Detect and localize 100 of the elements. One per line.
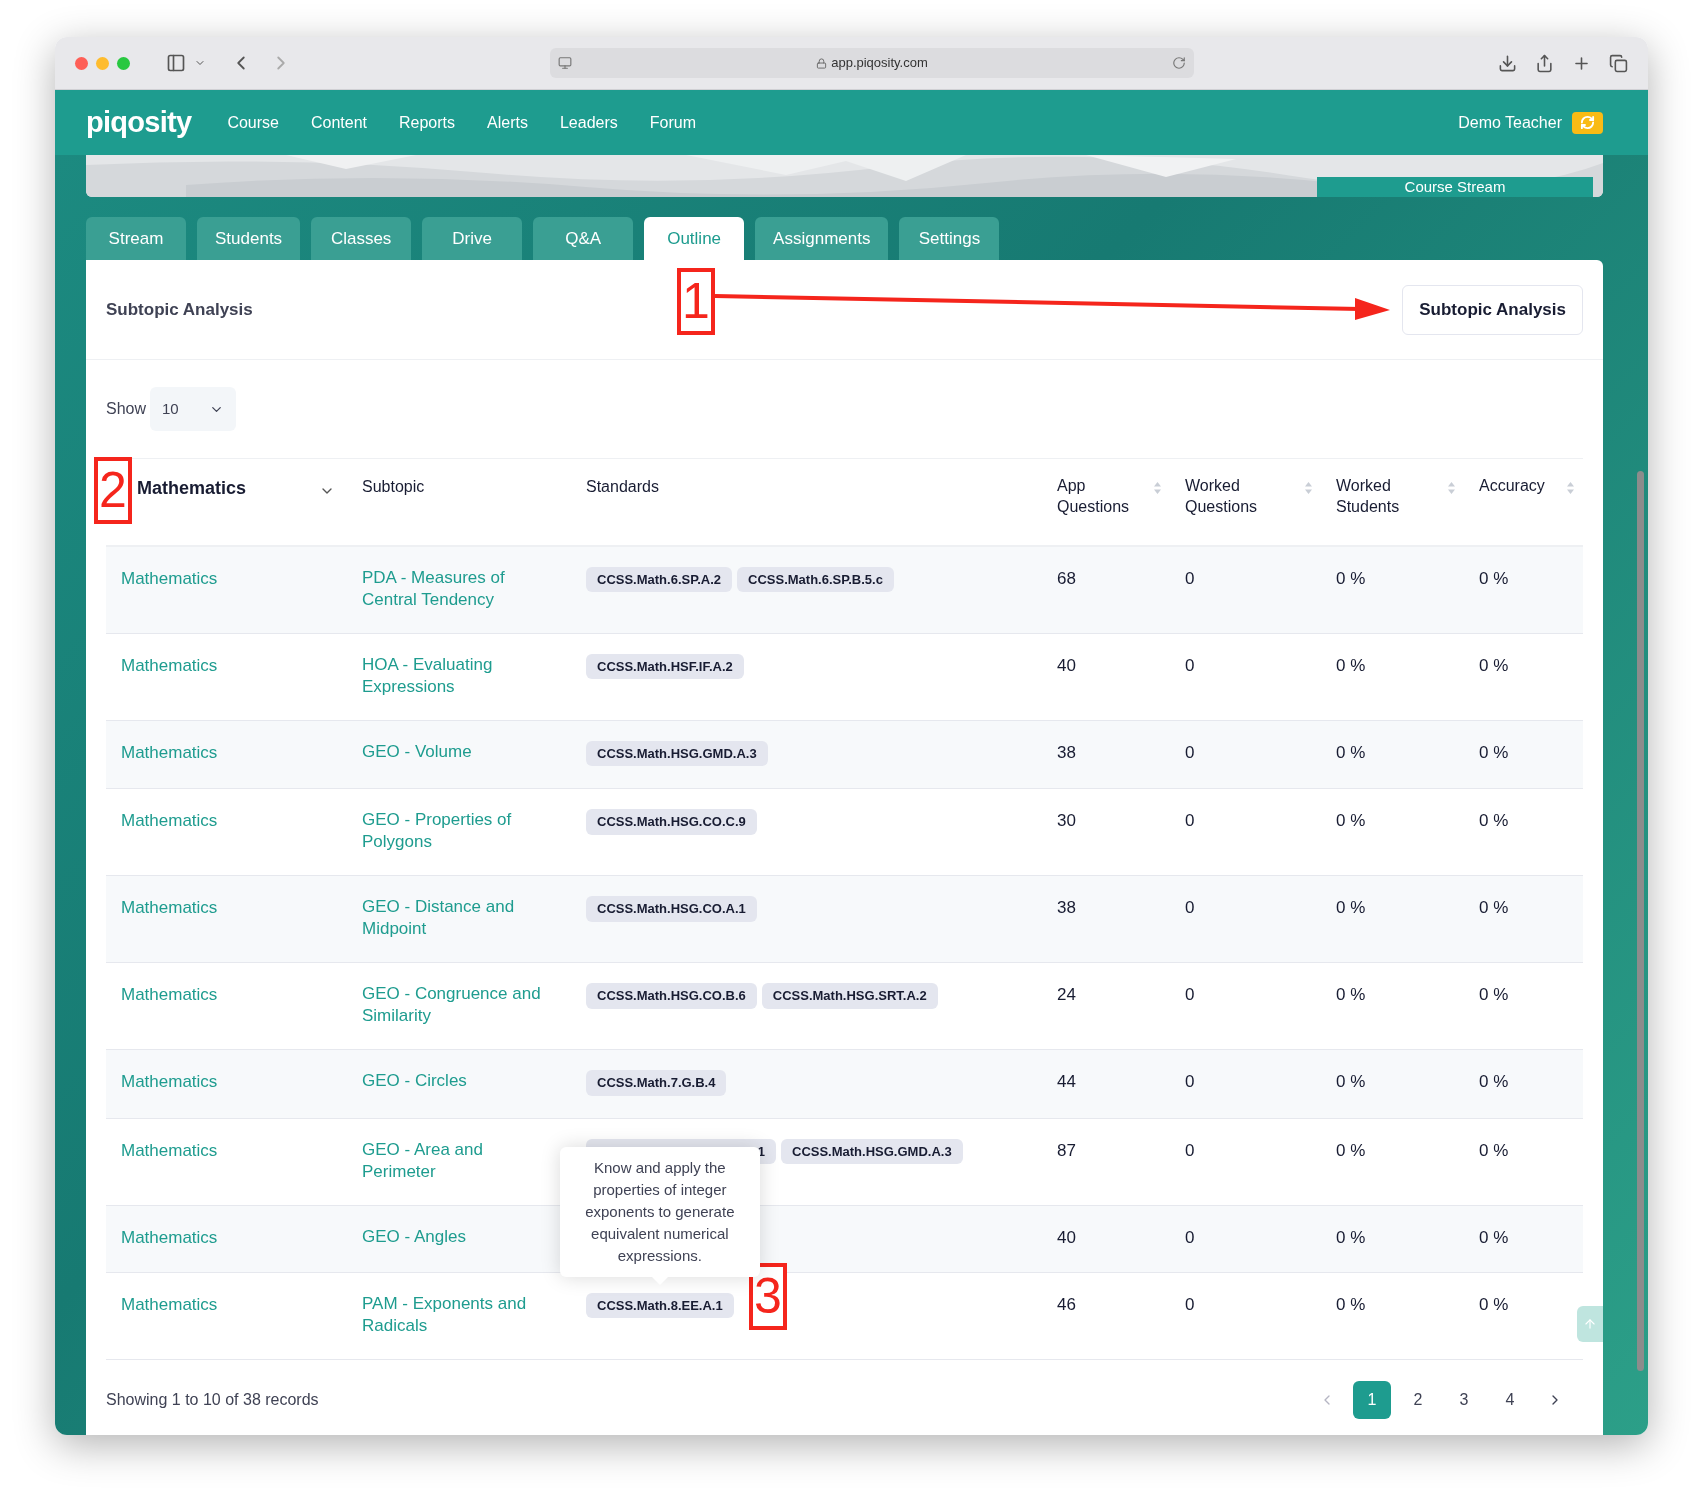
subtopic-link[interactable]: GEO - Properties of Polygons: [362, 809, 542, 853]
standard-tag[interactable]: CCSS.Math.HSG.GMD.A.3: [586, 740, 768, 766]
subtopic-link[interactable]: HOA - Evaluating Expressions: [362, 653, 542, 698]
column-header[interactable]: Accuracy: [1479, 475, 1566, 496]
table-cell: 0: [1185, 655, 1195, 675]
subject-link[interactable]: Mathematics: [121, 1140, 218, 1160]
sort-icon[interactable]: [1566, 481, 1575, 495]
table-cell: 0 %: [1479, 568, 1509, 588]
tab[interactable]: Drive: [422, 217, 523, 260]
subtopic-link[interactable]: PAM - Exponents and Radicals: [362, 1292, 542, 1337]
annotation-number: 1: [677, 268, 715, 335]
subtopic-link[interactable]: GEO - Congruence and Similarity: [362, 983, 542, 1027]
subtopic-link[interactable]: GEO - Area and Perimeter: [362, 1138, 542, 1183]
table-cell: 24: [1057, 985, 1076, 1004]
standard-tag[interactable]: CCSS.Math.HSG.SRT.A.2: [761, 983, 938, 1009]
table-cell: 0 %: [1336, 811, 1366, 830]
table-cell: 0 %: [1479, 811, 1509, 830]
minimize-window-button[interactable]: [96, 56, 109, 70]
show-label: Show: [106, 399, 147, 419]
standard-tag[interactable]: CCSS.Math.HSG.GMD.A.3: [781, 1138, 963, 1164]
standard-tag[interactable]: CCSS.Math.7.G.B.4: [586, 1070, 727, 1096]
annotation-number: 3: [749, 1263, 787, 1330]
tabs-overview-icon[interactable]: [1609, 53, 1628, 73]
scroll-to-top-button[interactable]: [1577, 1305, 1603, 1342]
standard-tag[interactable]: CCSS.Math.HSG.CO.B.6: [586, 983, 757, 1009]
standard-tag[interactable]: CCSS.Math.8.EE.A.1: [586, 1292, 734, 1318]
table-cell: 0 %: [1479, 1227, 1509, 1247]
download-icon[interactable]: [1498, 53, 1517, 73]
nav-link[interactable]: Course: [211, 110, 295, 135]
subject-link[interactable]: Mathematics: [121, 811, 218, 830]
nav-link[interactable]: Alerts: [471, 110, 544, 135]
subtopic-link[interactable]: GEO - Circles: [362, 1070, 542, 1092]
subject-link[interactable]: Mathematics: [121, 742, 218, 762]
tooltip: Know and apply the properties of integer exponents to generate equivalent numerical expressions.: [559, 1146, 760, 1277]
url-text: app.piqosity.com: [831, 54, 928, 73]
tab[interactable]: Settings: [899, 217, 1000, 260]
table-cell: 0: [1185, 1140, 1195, 1160]
records-summary: Showing 1 to 10 of 38 records: [106, 1389, 319, 1410]
page-button[interactable]: 1: [1353, 1380, 1391, 1419]
table-cell: 40: [1057, 1227, 1076, 1247]
table-cell: 46: [1057, 1294, 1076, 1314]
standard-tag[interactable]: CCSS.Math.HSG.CO.A.1: [586, 896, 757, 922]
tab[interactable]: Q&A: [533, 217, 634, 260]
table-cell: 0 %: [1336, 898, 1366, 917]
standard-tag[interactable]: CCSS.Math.HSF.IF.A.2: [586, 653, 744, 679]
subtopic-link[interactable]: GEO - Distance and Midpoint: [362, 896, 542, 940]
page-size-select[interactable]: 10: [150, 387, 237, 431]
subject-link[interactable]: Mathematics: [121, 655, 218, 675]
refresh-icon[interactable]: [1572, 111, 1603, 134]
tab[interactable]: Students: [197, 217, 301, 260]
course-stream-label[interactable]: Course Stream: [1317, 177, 1593, 197]
subject-link[interactable]: Mathematics: [121, 1072, 218, 1091]
table-cell: 0: [1185, 1072, 1195, 1091]
subtopic-link[interactable]: GEO - Angles: [362, 1225, 542, 1248]
nav-link[interactable]: Content: [294, 110, 383, 135]
scrollbar-thumb[interactable]: [1637, 471, 1644, 1371]
subtopic-analysis-button[interactable]: Subtopic Analysis: [1402, 284, 1583, 335]
subject-link[interactable]: Mathematics: [121, 1294, 218, 1314]
nav-link[interactable]: Reports: [383, 110, 472, 135]
sort-icon[interactable]: [1153, 481, 1162, 495]
subtopic-link[interactable]: PDA - Measures of Central Tendency: [362, 566, 542, 611]
tab[interactable]: Assignments: [755, 217, 889, 260]
table-cell: 0 %: [1479, 655, 1509, 675]
table-cell: 0: [1185, 811, 1195, 830]
reload-icon[interactable]: [1172, 56, 1186, 70]
nav-link[interactable]: Forum: [633, 110, 712, 135]
table-cell: 38: [1057, 742, 1076, 762]
lock-icon: [816, 57, 828, 69]
subject-link[interactable]: Mathematics: [121, 568, 218, 588]
subtopic-link[interactable]: GEO - Volume: [362, 740, 542, 763]
subject-link[interactable]: Mathematics: [121, 985, 218, 1004]
table-cell: 0 %: [1479, 742, 1509, 762]
user-name[interactable]: Demo Teacher: [1458, 110, 1562, 135]
zoom-window-button[interactable]: [117, 56, 130, 70]
sort-icon[interactable]: [1304, 481, 1313, 495]
tab[interactable]: Stream: [86, 217, 186, 260]
tab[interactable]: Classes: [311, 217, 412, 260]
address-bar[interactable]: app.piqosity.com: [550, 48, 1194, 78]
table-cell: 0 %: [1336, 1294, 1366, 1314]
logo[interactable]: piqosity: [86, 100, 192, 145]
nav-link[interactable]: Leaders: [543, 110, 634, 135]
column-header[interactable]: Worked Questions: [1185, 475, 1275, 517]
sort-icon[interactable]: [1447, 481, 1456, 495]
subject-link[interactable]: Mathematics: [121, 1227, 218, 1247]
table-cell: 0: [1185, 985, 1195, 1004]
table-cell: 0: [1185, 898, 1195, 917]
sidebar-icon[interactable]: [166, 53, 186, 73]
column-header[interactable]: Worked Students: [1336, 475, 1426, 517]
column-header[interactable]: App Questions: [1057, 475, 1147, 517]
share-icon[interactable]: [1535, 53, 1554, 73]
close-window-button[interactable]: [75, 56, 88, 70]
tab[interactable]: Outline: [644, 217, 745, 260]
table-cell: 0 %: [1336, 1072, 1366, 1091]
table-cell: 0 %: [1479, 898, 1509, 917]
standard-tag[interactable]: CCSS.Math.HSG.CO.C.9: [586, 809, 757, 835]
column-header: Subtopic: [362, 478, 425, 495]
subject-link[interactable]: Mathematics: [121, 898, 218, 917]
column-header: Standards: [586, 478, 659, 495]
standard-tag[interactable]: CCSS.Math.6.SP.A.2: [586, 566, 733, 592]
standard-tag[interactable]: CCSS.Math.6.SP.B.5.c: [737, 566, 894, 592]
